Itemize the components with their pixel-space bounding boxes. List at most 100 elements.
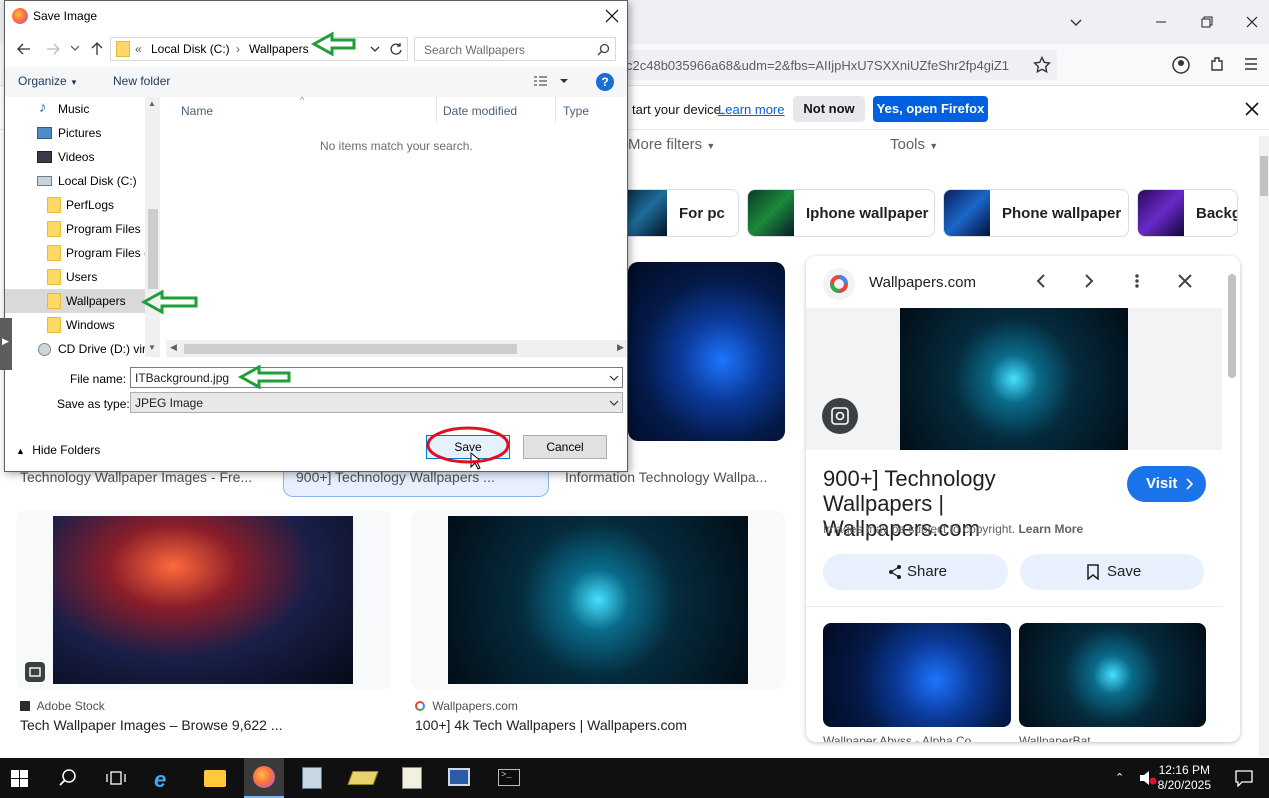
notification-learn-more-link[interactable]: Learn more [718,102,784,117]
column-date-modified[interactable]: Date modified [443,104,517,118]
bookmark-star-icon[interactable] [1033,56,1051,74]
command-prompt-icon[interactable]: >_ [498,769,520,786]
tab-list-icon[interactable] [1068,14,1084,30]
dialog-title: Save Image [33,9,98,23]
dialog-titlebar[interactable]: Save Image [5,1,627,32]
up-arrow-icon[interactable] [89,41,105,57]
notifications-icon[interactable] [1235,769,1253,787]
tree-item-wallpapers[interactable]: Wallpapers [5,289,145,313]
tools-dropdown[interactable]: Tools ▼ [890,136,938,153]
url-bar[interactable]: c2c48b035966a68&udm=2&fbs=AIIjpHxU7SXXni… [560,50,1057,80]
save-as-type-select[interactable]: JPEG Image [130,392,623,413]
restore-icon[interactable] [1199,14,1215,30]
chip-label: Phone wallpaper [1002,205,1122,222]
document-icon[interactable] [402,767,422,789]
tree-item-windows[interactable]: Windows [5,313,145,337]
result-card-adobe[interactable] [16,510,391,690]
not-now-button[interactable]: Not now [793,96,865,122]
dialog-close-icon[interactable] [605,9,619,23]
result-title-adobe[interactable]: Tech Wallpaper Images – Browse 9,622 ... [20,717,283,733]
chip-phone-wallpaper[interactable]: Phone wallpaper [943,189,1129,237]
breadcrumb-overflow[interactable]: « [135,42,142,56]
close-notification-icon[interactable] [1244,101,1260,117]
tree-item-perflogs[interactable]: PerfLogs [5,193,145,217]
tree-item-videos[interactable]: Videos [5,145,145,169]
organize-button[interactable]: Organize ▼ [18,74,78,88]
chip-background[interactable]: Backgr [1137,189,1238,237]
view-options-icon[interactable] [533,75,569,89]
new-folder-button[interactable]: New folder [113,74,170,88]
taskbar-active-app[interactable] [244,758,284,798]
close-panel-icon[interactable] [1177,273,1193,289]
result-title-wallpapers[interactable]: 100+] 4k Tech Wallpapers | Wallpapers.co… [415,717,687,733]
tree-item-local-disk[interactable]: Local Disk (C:) [5,169,145,193]
open-firefox-button[interactable]: Yes, open Firefox [873,96,988,122]
server-manager-icon[interactable] [302,767,322,789]
cancel-button[interactable]: Cancel [523,435,607,459]
back-arrow-icon[interactable] [16,41,32,57]
tree-item-music[interactable]: ♪ Music [5,97,145,121]
result-card-wallpapers[interactable] [411,510,785,690]
windows-start-icon[interactable] [11,770,28,787]
scroll-left-icon: ◀ [170,342,177,352]
previous-image-icon[interactable] [1033,273,1049,289]
side-dock-tab[interactable]: ▶ [0,318,12,370]
help-icon[interactable]: ? [596,73,614,91]
related-image-1[interactable] [823,623,1011,727]
panel-scrollbar[interactable] [1222,256,1240,742]
tree-scrollbar[interactable]: ▲ ▼ [145,97,160,357]
show-hidden-icons-icon[interactable]: ⌃ [1115,771,1124,784]
address-bar[interactable]: « Local Disk (C:) › Wallpapers [110,37,408,61]
internet-explorer-icon[interactable]: e [154,767,166,793]
search-icon[interactable] [59,769,77,787]
file-explorer-icon[interactable] [204,770,226,787]
close-window-icon[interactable] [1244,14,1260,30]
volume-muted-icon[interactable] [1139,770,1157,786]
account-icon[interactable] [1171,55,1191,75]
chevron-down-icon[interactable] [609,375,619,382]
clock[interactable]: 12:16 PM 8/20/2025 [1158,763,1211,793]
chevron-down-icon[interactable] [609,400,619,407]
related-image-2[interactable] [1019,623,1206,727]
tree-item-users[interactable]: Users [5,265,145,289]
preview-image[interactable] [900,308,1128,450]
next-image-icon[interactable] [1081,273,1097,289]
page-scrollbar[interactable] [1259,136,1269,756]
breadcrumb-folder[interactable]: Wallpapers [249,42,309,56]
more-options-icon[interactable] [1129,273,1145,289]
horizontal-scrollbar[interactable]: ◀ ▶ [166,340,627,357]
tree-item-cd-drive[interactable]: CD Drive (D:) vir [5,337,145,361]
menu-icon[interactable] [1243,56,1259,72]
forward-arrow-icon[interactable] [45,41,61,57]
tree-item-pictures[interactable]: Pictures [5,121,145,145]
column-type[interactable]: Type [563,104,589,118]
chip-iphone-wallpaper[interactable]: Iphone wallpaper [747,189,935,237]
visit-button[interactable]: Visit [1127,466,1206,502]
wallpapers-logo-icon [415,701,425,711]
breadcrumb-drive[interactable]: Local Disk (C:) [151,42,230,56]
minimize-icon[interactable] [1153,14,1169,30]
tree-item-program-files[interactable]: Program Files [5,217,145,241]
tree-item-program-files-x86[interactable]: Program Files ( [5,241,148,265]
chip-for-pc[interactable]: For pc [620,189,739,237]
refresh-icon[interactable] [389,42,403,56]
address-dropdown-icon[interactable] [370,46,380,54]
share-button[interactable]: Share [823,554,1008,590]
result-image-hexagon[interactable] [628,262,785,441]
learn-more-link[interactable]: Learn More [1018,522,1083,536]
hide-folders-toggle[interactable]: ▲ Hide Folders [16,443,100,457]
file-list[interactable]: Name ^ Date modified Type No items match… [160,95,627,357]
column-name[interactable]: Name [181,104,213,118]
save-to-collection-button[interactable]: Save [1020,554,1204,590]
lens-search-icon[interactable] [822,398,858,434]
site-logo [823,268,855,300]
notepad-icon[interactable] [347,771,379,785]
search-box[interactable]: Search Wallpapers [414,37,616,61]
recent-locations-icon[interactable] [71,44,79,52]
more-filters-dropdown[interactable]: More filters ▼ [628,136,715,153]
file-name-input[interactable]: ITBackground.jpg [130,367,623,388]
remote-desktop-icon[interactable] [448,768,470,786]
extensions-icon[interactable] [1208,55,1226,73]
task-view-icon[interactable] [106,769,126,787]
save-button[interactable]: Save [426,435,510,459]
